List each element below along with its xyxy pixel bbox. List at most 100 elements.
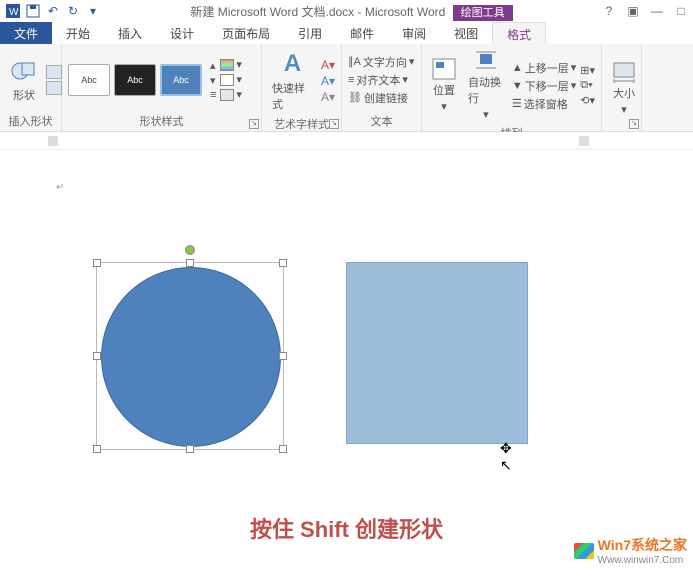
shape-fill-button[interactable]: ▾ <box>220 58 242 71</box>
undo-icon[interactable]: ↶ <box>44 2 62 20</box>
create-link-button[interactable]: ⛓创建链接 <box>348 90 414 106</box>
tab-references[interactable]: 引用 <box>284 22 336 44</box>
group-label-insert-shape: 插入形状 <box>6 113 55 129</box>
selection-pane-button[interactable]: ☰选择窗格 <box>512 96 576 112</box>
tab-home[interactable]: 开始 <box>52 22 104 44</box>
style-more-icon[interactable]: ≡ <box>210 89 216 101</box>
shape-style-3-selected[interactable]: Abc <box>160 64 202 96</box>
dialog-launcher-icon[interactable]: ↘ <box>249 119 259 129</box>
ribbon-options-icon[interactable]: ▣ <box>625 3 641 19</box>
text-direction-button[interactable]: ∥A文字方向▾ <box>348 54 414 70</box>
style-scroll: ▴ ▾ ≡ <box>210 59 216 101</box>
shape-outline-button[interactable]: ▾ <box>220 73 242 86</box>
move-cursor-icon: ✥↖ <box>500 440 512 474</box>
position-icon <box>432 58 456 80</box>
shape-effects-button[interactable]: ▾ <box>220 88 242 101</box>
rotate-handle[interactable] <box>185 245 195 255</box>
edit-shape-icon[interactable] <box>46 65 62 79</box>
align-text-button[interactable]: ≡对齐文本▾ <box>348 72 414 88</box>
send-backward-icon: ▼ <box>512 80 523 92</box>
text-fill-icon[interactable]: A▾ <box>321 58 335 72</box>
shape-format-column: ▾ ▾ ▾ <box>220 58 242 101</box>
group-size: 大小▾ ↘ <box>602 44 642 131</box>
shape-style-1[interactable]: Abc <box>68 64 110 96</box>
group-label-wordart: 艺术字样式 <box>268 116 335 132</box>
align-icon[interactable]: ⊞▾ <box>580 64 595 77</box>
document-canvas[interactable]: ↵ ✥↖ 按住 Shift 创建形状 Win7系统之家 Www.winwin7.… <box>0 150 693 570</box>
horizontal-ruler[interactable] <box>0 132 693 150</box>
wordart-quick-button[interactable]: A 快速样式 <box>268 48 317 114</box>
circle-selection[interactable] <box>96 262 284 450</box>
text-effects-icon[interactable]: A▾ <box>321 90 335 104</box>
resize-handle-bm[interactable] <box>186 445 194 453</box>
group-icon[interactable]: ⧉▾ <box>580 79 595 92</box>
ribbon: 形状 插入形状 Abc Abc Abc ▴ ▾ ≡ ▾ ▾ ▾ 形状样式 <box>0 44 693 132</box>
save-icon[interactable] <box>24 2 42 20</box>
size-button[interactable]: 大小▾ <box>608 59 640 118</box>
resize-handle-tr[interactable] <box>279 259 287 267</box>
watermark-main: Win7系统之家 <box>598 535 687 555</box>
align-column: ⊞▾ ⧉▾ ⟲▾ <box>580 64 595 107</box>
group-shape-styles: Abc Abc Abc ▴ ▾ ≡ ▾ ▾ ▾ 形状样式 ↘ <box>62 44 262 131</box>
tab-insert[interactable]: 插入 <box>104 22 156 44</box>
svg-text:W: W <box>9 7 19 18</box>
size-label: 大小 <box>613 85 635 101</box>
wrap-icon <box>474 50 498 72</box>
dialog-launcher-icon[interactable]: ↘ <box>329 119 339 129</box>
rotate-icon[interactable]: ⟲▾ <box>580 94 595 107</box>
tab-file[interactable]: 文件 <box>0 22 52 44</box>
restore-icon[interactable]: □ <box>673 3 689 19</box>
resize-handle-tl[interactable] <box>93 259 101 267</box>
redo-icon[interactable]: ↻ <box>64 2 82 20</box>
tab-format[interactable]: 格式 <box>492 22 546 44</box>
dialog-launcher-icon[interactable]: ↘ <box>629 119 639 129</box>
watermark: Win7系统之家 Www.winwin7.Com <box>574 535 687 566</box>
wordart-quick-label: 快速样式 <box>272 80 313 112</box>
align-text-icon: ≡ <box>348 74 354 86</box>
selection-pane-icon: ☰ <box>512 97 522 110</box>
tab-layout[interactable]: 页面布局 <box>208 22 284 44</box>
size-icon <box>612 61 636 83</box>
ribbon-tabs: 文件 开始 插入 设计 页面布局 引用 邮件 审阅 视图 格式 <box>0 22 693 44</box>
text-outline-icon[interactable]: A▾ <box>321 74 335 88</box>
style-down-icon[interactable]: ▾ <box>210 74 216 87</box>
bring-forward-button[interactable]: ▲上移一层▾ <box>512 60 576 76</box>
shapes-label: 形状 <box>13 87 35 103</box>
document-title: 新建 Microsoft Word 文档.docx - Microsoft Wo… <box>190 5 445 19</box>
wrap-label: 自动换行 <box>468 74 504 106</box>
resize-handle-mr[interactable] <box>279 352 287 360</box>
ruler-right-marker[interactable] <box>579 136 589 146</box>
shape-style-2[interactable]: Abc <box>114 64 156 96</box>
watermark-text: Win7系统之家 Www.winwin7.Com <box>598 535 687 566</box>
resize-handle-tm[interactable] <box>186 259 194 267</box>
shapes-icon <box>10 57 38 85</box>
shape-edit-column <box>46 65 62 95</box>
minimize-icon[interactable]: — <box>649 3 665 19</box>
circle-shape[interactable] <box>101 267 281 447</box>
position-button[interactable]: 位置▾ <box>428 56 460 115</box>
group-label-text: 文本 <box>348 113 415 129</box>
text-direction-icon: ∥A <box>348 55 361 68</box>
tab-design[interactable]: 设计 <box>156 22 208 44</box>
tab-mail[interactable]: 邮件 <box>336 22 388 44</box>
ruler-indent-marker[interactable] <box>48 136 58 146</box>
style-up-icon[interactable]: ▴ <box>210 59 216 72</box>
square-shape[interactable] <box>346 262 528 444</box>
tab-view[interactable]: 视图 <box>440 22 492 44</box>
shapes-button[interactable]: 形状 <box>6 55 42 105</box>
send-backward-button[interactable]: ▼下移一层▾ <box>512 78 576 94</box>
bring-forward-icon: ▲ <box>512 62 523 74</box>
text-box-icon[interactable] <box>46 81 62 95</box>
paragraph-mark-icon: ↵ <box>56 182 64 193</box>
shape-effects-icon <box>220 89 234 101</box>
resize-handle-bl[interactable] <box>93 445 101 453</box>
contextual-tab-label: 绘图工具 <box>453 5 513 21</box>
resize-handle-br[interactable] <box>279 445 287 453</box>
qat-customize-icon[interactable]: ▾ <box>84 2 102 20</box>
help-icon[interactable]: ? <box>601 3 617 19</box>
wordart-icon: A <box>284 50 301 78</box>
tab-review[interactable]: 审阅 <box>388 22 440 44</box>
wrap-text-button[interactable]: 自动换行▾ <box>464 48 508 123</box>
group-insert-shape: 形状 插入形状 <box>0 44 62 131</box>
resize-handle-ml[interactable] <box>93 352 101 360</box>
